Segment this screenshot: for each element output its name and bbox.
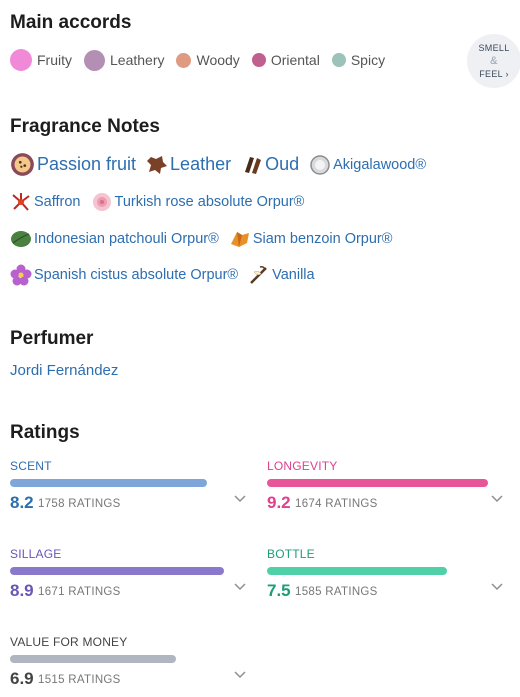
rating-label: SCENT	[10, 459, 52, 473]
note-label: Spanish cistus absolute Orpur®	[34, 267, 239, 283]
rating-label: BOTTLE	[267, 547, 315, 561]
rating-bar	[10, 479, 207, 487]
rating-bar	[10, 655, 176, 663]
leather-icon	[147, 155, 168, 174]
rating-score: 7.5	[267, 581, 291, 600]
notes-row: Passion fruit Leather Oud Akigalawood®	[10, 152, 436, 177]
rating-score: 8.2	[10, 493, 34, 512]
note-label: Siam benzoin Orpur®	[252, 231, 393, 247]
smell-feel-line2: FEEL	[479, 68, 503, 79]
note-label: Leather	[170, 154, 232, 174]
rating-bar	[10, 567, 224, 575]
accord-label: Oriental	[270, 52, 320, 68]
chevron-down-icon[interactable]	[234, 668, 246, 680]
note-indonesian-patchouli[interactable]: Indonesian patchouli Orpur®	[10, 228, 219, 250]
accord-fruity[interactable]: Fruity	[10, 49, 72, 71]
accord-leathery[interactable]: Leathery	[84, 49, 165, 71]
rating-longevity[interactable]: LONGEVITY 9.2 1674 RATINGS	[267, 459, 503, 512]
note-passion-fruit[interactable]: Passion fruit	[10, 152, 136, 177]
rating-label: VALUE FOR MONEY	[10, 635, 128, 649]
vanilla-icon	[250, 266, 268, 284]
ratings-title: Ratings	[10, 422, 80, 443]
rating-value-for-money[interactable]: VALUE FOR MONEY 6.9 1515 RATINGS	[10, 635, 246, 688]
chevron-right-icon: ›	[505, 68, 509, 79]
chevron-down-icon[interactable]	[234, 580, 246, 592]
accord-dot	[10, 49, 32, 71]
note-label: Vanilla	[272, 267, 315, 283]
rating-count: 1674 RATINGS	[295, 498, 378, 510]
rating-bar	[267, 567, 447, 575]
rating-count: 1671 RATINGS	[38, 586, 121, 598]
note-leather[interactable]: Leather	[146, 154, 231, 176]
note-label: Passion fruit	[37, 154, 137, 174]
saffron-icon	[12, 193, 30, 211]
accord-label: Leathery	[110, 52, 165, 68]
passion-fruit-icon	[11, 153, 34, 176]
note-label: Turkish rose absolute Orpur®	[114, 194, 305, 210]
chevron-down-icon[interactable]	[234, 492, 246, 504]
note-vanilla[interactable]: Vanilla	[248, 264, 315, 286]
note-saffron[interactable]: Saffron	[10, 191, 81, 213]
smell-feel-line2-wrap: FEEL ›	[479, 68, 509, 81]
rose-icon	[92, 193, 111, 211]
accord-dot	[176, 52, 192, 68]
rating-score: 9.2	[267, 493, 291, 512]
note-label: Indonesian patchouli Orpur®	[34, 231, 219, 247]
oud-icon	[245, 156, 262, 174]
akigalawood-icon	[310, 154, 330, 175]
note-spanish-cistus[interactable]: Spanish cistus absolute Orpur®	[10, 264, 238, 286]
accord-dot	[251, 53, 266, 67]
rating-sillage[interactable]: SILLAGE 8.9 1671 RATINGS	[10, 547, 246, 600]
note-label: Akigalawood®	[333, 156, 427, 173]
chevron-down-icon[interactable]	[491, 492, 503, 504]
rating-bottle[interactable]: BOTTLE 7.5 1585 RATINGS	[267, 547, 503, 600]
cistus-icon	[10, 264, 32, 286]
perfumer-link[interactable]: Jordi Fernández	[10, 362, 118, 379]
rating-scent[interactable]: SCENT 8.2 1758 RATINGS	[10, 459, 246, 512]
accord-woody[interactable]: Woody	[176, 52, 240, 68]
notes-row: Spanish cistus absolute Orpur® Vanilla	[10, 264, 325, 286]
patchouli-icon	[11, 231, 31, 247]
notes-row: Saffron Turkish rose absolute Orpur®	[10, 191, 314, 213]
accord-oriental[interactable]: Oriental	[251, 52, 320, 68]
smell-feel-line1: SMELL	[478, 42, 510, 53]
rating-label: LONGEVITY	[267, 459, 338, 473]
benzoin-icon	[230, 232, 249, 247]
accord-dot	[331, 53, 346, 67]
accord-dot	[84, 49, 105, 71]
perfumer-title: Perfumer	[10, 328, 94, 349]
note-akigalawood[interactable]: Akigalawood®	[309, 154, 426, 176]
rating-count: 1585 RATINGS	[295, 586, 378, 598]
fragrance-notes-title: Fragrance Notes	[10, 116, 160, 137]
note-label: Oud	[265, 154, 300, 174]
rating-count: 1515 RATINGS	[38, 674, 121, 686]
rating-bar	[267, 479, 488, 487]
note-label: Saffron	[34, 194, 81, 210]
rating-label: SILLAGE	[10, 547, 62, 561]
notes-row: Indonesian patchouli Orpur® Siam benzoin…	[10, 228, 402, 250]
rating-count: 1758 RATINGS	[38, 498, 121, 510]
note-turkish-rose[interactable]: Turkish rose absolute Orpur®	[91, 191, 305, 213]
smell-feel-amp: &	[490, 54, 498, 67]
accord-spicy[interactable]: Spicy	[331, 52, 386, 68]
chevron-down-icon[interactable]	[491, 580, 503, 592]
rating-score: 6.9	[10, 669, 34, 688]
accord-label: Fruity	[37, 52, 72, 68]
note-oud[interactable]: Oud	[241, 154, 299, 176]
accords-list: Fruity Leathery Woody Oriental Spicy	[10, 49, 397, 71]
smell-and-feel-button[interactable]: SMELL & FEEL ›	[467, 34, 520, 88]
rating-score: 8.9	[10, 581, 34, 600]
main-accords-title: Main accords	[10, 12, 132, 33]
accord-label: Woody	[196, 52, 240, 68]
note-siam-benzoin[interactable]: Siam benzoin Orpur®	[229, 228, 393, 250]
accord-label: Spicy	[350, 52, 386, 68]
